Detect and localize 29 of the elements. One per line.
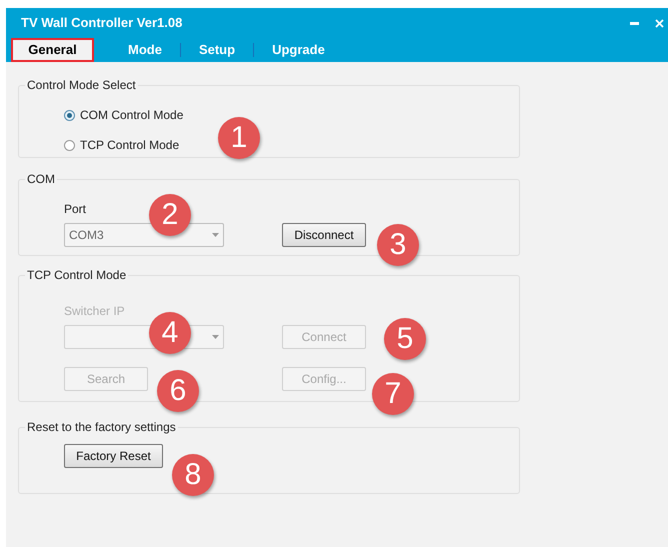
group-title: Reset to the factory settings — [26, 419, 177, 436]
caret-icon — [212, 335, 219, 339]
caret-icon — [212, 233, 219, 237]
field-label: Port — [64, 201, 86, 218]
window-title: TV Wall Controller Ver1.08 — [21, 14, 182, 32]
group-title: TCP Control Mode — [26, 267, 128, 284]
number-callout: 5 — [384, 318, 426, 360]
push-button[interactable]: Factory Reset — [64, 444, 163, 468]
field-label: Switcher IP — [64, 303, 125, 320]
radio-circle[interactable] — [64, 110, 75, 120]
push-button[interactable]: Disconnect — [282, 223, 366, 247]
number-callout: 8 — [172, 454, 214, 496]
tab[interactable]: General — [11, 38, 94, 62]
number-callout: 2 — [149, 194, 191, 236]
radio-option[interactable]: TCP Control Mode — [64, 136, 180, 154]
dropdown-field[interactable]: COM3 — [64, 223, 224, 247]
close-icon[interactable] — [655, 18, 664, 28]
number-callout: 3 — [377, 224, 419, 266]
tab[interactable]: Upgrade — [254, 38, 343, 62]
minimize-icon[interactable] — [630, 22, 639, 24]
tab[interactable]: Mode — [110, 38, 180, 62]
number-callout: 1 — [218, 117, 260, 159]
tab[interactable]: Setup — [180, 38, 254, 62]
number-callout: 4 — [149, 312, 191, 354]
group-title: Control Mode Select — [26, 77, 137, 94]
number-callout: 6 — [157, 370, 199, 412]
group-title: COM — [26, 171, 56, 188]
number-callout: 7 — [372, 373, 414, 415]
radio-option[interactable]: COM Control Mode — [64, 106, 184, 124]
